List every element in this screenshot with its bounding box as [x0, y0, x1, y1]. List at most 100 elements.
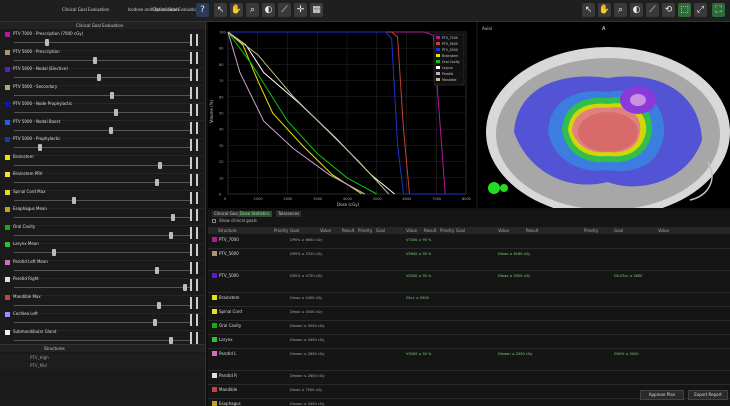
column-header[interactable]: Value — [406, 228, 417, 233]
pointer-icon[interactable]: ↖ — [214, 3, 227, 17]
table-row[interactable]: PTV_5600 D95% ≥ 5320 cGy V5600 ≥ 95 % Dmax … — [208, 249, 730, 271]
structures-row[interactable]: PTV_High — [0, 354, 205, 361]
slider-knob[interactable] — [44, 39, 49, 46]
crosshair-icon[interactable]: ✛ — [294, 3, 307, 17]
slider-knob[interactable] — [93, 56, 98, 64]
slider-knob[interactable] — [155, 179, 160, 186]
column-header[interactable]: Goal — [376, 228, 385, 233]
visibility-icon[interactable] — [190, 34, 198, 46]
table-row[interactable]: Larynx Dmean ≤ 4400 cGy — [208, 335, 730, 349]
contrast-icon[interactable]: ◐ — [262, 3, 275, 17]
fit-icon[interactable]: ⬚ — [678, 3, 691, 17]
column-header[interactable]: Value — [658, 228, 669, 233]
visibility-icon[interactable] — [190, 314, 198, 326]
visibility-icon[interactable] — [190, 139, 198, 151]
visibility-icon[interactable] — [190, 191, 198, 204]
column-header[interactable]: Value — [320, 228, 331, 233]
weight-slider[interactable] — [14, 319, 190, 326]
weight-slider[interactable] — [14, 161, 190, 169]
slider-knob[interactable] — [168, 231, 173, 239]
slider-knob[interactable] — [72, 196, 77, 204]
slider-knob[interactable] — [108, 126, 113, 134]
weight-slider[interactable] — [14, 284, 190, 291]
column-header[interactable]: Goal — [290, 228, 299, 233]
table-row[interactable]: Parotid R Dmean ≤ 2600 cGy — [208, 371, 730, 385]
slider-knob[interactable] — [182, 284, 187, 291]
slider-knob[interactable] — [110, 91, 115, 99]
table-row[interactable]: Brainstem Dmax ≤ 5400 cGy D1cc ≤ 5000 — [208, 293, 730, 307]
column-header[interactable]: Structure — [218, 228, 237, 233]
table-row[interactable]: Spinal Cord Dmax ≤ 4500 cGy — [208, 307, 730, 321]
column-header[interactable]: Priority — [358, 228, 372, 233]
weight-slider[interactable] — [14, 91, 190, 99]
table-row[interactable]: PTV_5000 D95% ≥ 4750 cGy V5000 ≥ 95 % Dmax … — [208, 271, 730, 293]
zoom-icon[interactable]: ⌕ — [246, 3, 259, 17]
export-button[interactable]: Export Report — [688, 390, 728, 400]
weight-slider[interactable] — [14, 109, 190, 116]
column-header[interactable]: Result — [424, 228, 436, 233]
weight-slider[interactable] — [14, 231, 190, 239]
column-header[interactable]: Result — [526, 228, 538, 233]
weight-slider[interactable] — [14, 144, 190, 151]
slider-knob[interactable] — [96, 74, 101, 81]
rotate-icon[interactable]: ⟲ — [662, 3, 675, 17]
tab-clinical-goals[interactable]: Clinical Goal Evaluation — [152, 7, 199, 12]
hand-icon[interactable]: ✋ — [230, 3, 243, 17]
weight-slider[interactable] — [14, 214, 190, 221]
visibility-icon[interactable] — [190, 296, 198, 309]
help-icon[interactable]: ? — [196, 3, 209, 17]
select-icon[interactable]: ↖ — [582, 3, 595, 17]
column-header[interactable]: Priority — [440, 228, 454, 233]
slider-knob[interactable] — [158, 161, 163, 169]
table-row[interactable]: Esophagus Dmean ≤ 3400 cGy — [208, 399, 730, 406]
weight-slider[interactable] — [14, 301, 190, 309]
table-row[interactable]: PTV_7000 D95% ≥ 6650 cGy V7000 ≥ 95 % — [208, 235, 730, 249]
slider-knob[interactable] — [168, 336, 173, 344]
visibility-icon[interactable] — [190, 51, 198, 64]
column-header[interactable]: Priority — [274, 228, 288, 233]
weight-slider[interactable] — [14, 126, 190, 134]
visibility-icon[interactable] — [190, 226, 198, 239]
weight-slider[interactable] — [14, 249, 190, 256]
visibility-icon[interactable] — [190, 174, 198, 186]
ruler-icon[interactable]: ⟋ — [278, 3, 291, 17]
visibility-icon[interactable] — [190, 121, 198, 134]
tab-tolerances[interactable]: Tolerances — [276, 211, 302, 217]
visibility-icon[interactable] — [190, 331, 198, 344]
slider-knob[interactable] — [170, 214, 175, 221]
fullscreen-icon[interactable]: ⛶ — [712, 3, 725, 17]
search-icon[interactable]: ⌕ — [614, 3, 627, 17]
pan-icon[interactable]: ✋ — [598, 3, 611, 17]
slider-knob[interactable] — [38, 144, 43, 151]
window-level-icon[interactable]: ◐ — [630, 3, 643, 17]
slider-knob[interactable] — [156, 301, 161, 309]
weight-slider[interactable] — [14, 179, 190, 186]
weight-slider[interactable] — [14, 74, 190, 81]
table-row[interactable]: Oral Cavity Dmean ≤ 3000 cGy — [208, 321, 730, 335]
layout-icon[interactable]: ▦ — [310, 3, 323, 17]
visibility-icon[interactable] — [190, 261, 198, 274]
slider-knob[interactable] — [51, 249, 56, 256]
visibility-icon[interactable] — [190, 209, 198, 221]
column-header[interactable]: Goal — [614, 228, 623, 233]
weight-slider[interactable] — [14, 39, 190, 46]
weight-slider[interactable] — [14, 56, 190, 64]
table-row[interactable]: Parotid L Dmean ≤ 2600 cGy V3000 ≤ 50 % Dme… — [208, 349, 730, 371]
visibility-icon[interactable] — [190, 244, 198, 256]
column-header[interactable]: Priority — [584, 228, 598, 233]
weight-slider[interactable] — [14, 336, 190, 344]
visibility-icon[interactable] — [190, 69, 198, 81]
expand-icon[interactable]: ⤢ — [694, 3, 707, 17]
visibility-icon[interactable] — [190, 279, 198, 291]
slider-knob[interactable] — [155, 266, 160, 274]
approve-button[interactable]: Approve Plan — [640, 390, 684, 400]
column-header[interactable]: Result — [342, 228, 354, 233]
ct-image-panel[interactable]: A Axial — [478, 22, 730, 217]
structures-row[interactable]: PTV_Mid — [0, 362, 205, 369]
measure-icon[interactable]: ⟋ — [646, 3, 659, 17]
slider-knob[interactable] — [153, 319, 158, 326]
visibility-icon[interactable] — [190, 86, 198, 99]
weight-slider[interactable] — [14, 266, 190, 274]
weight-slider[interactable] — [14, 196, 190, 204]
visibility-icon[interactable] — [190, 104, 198, 116]
